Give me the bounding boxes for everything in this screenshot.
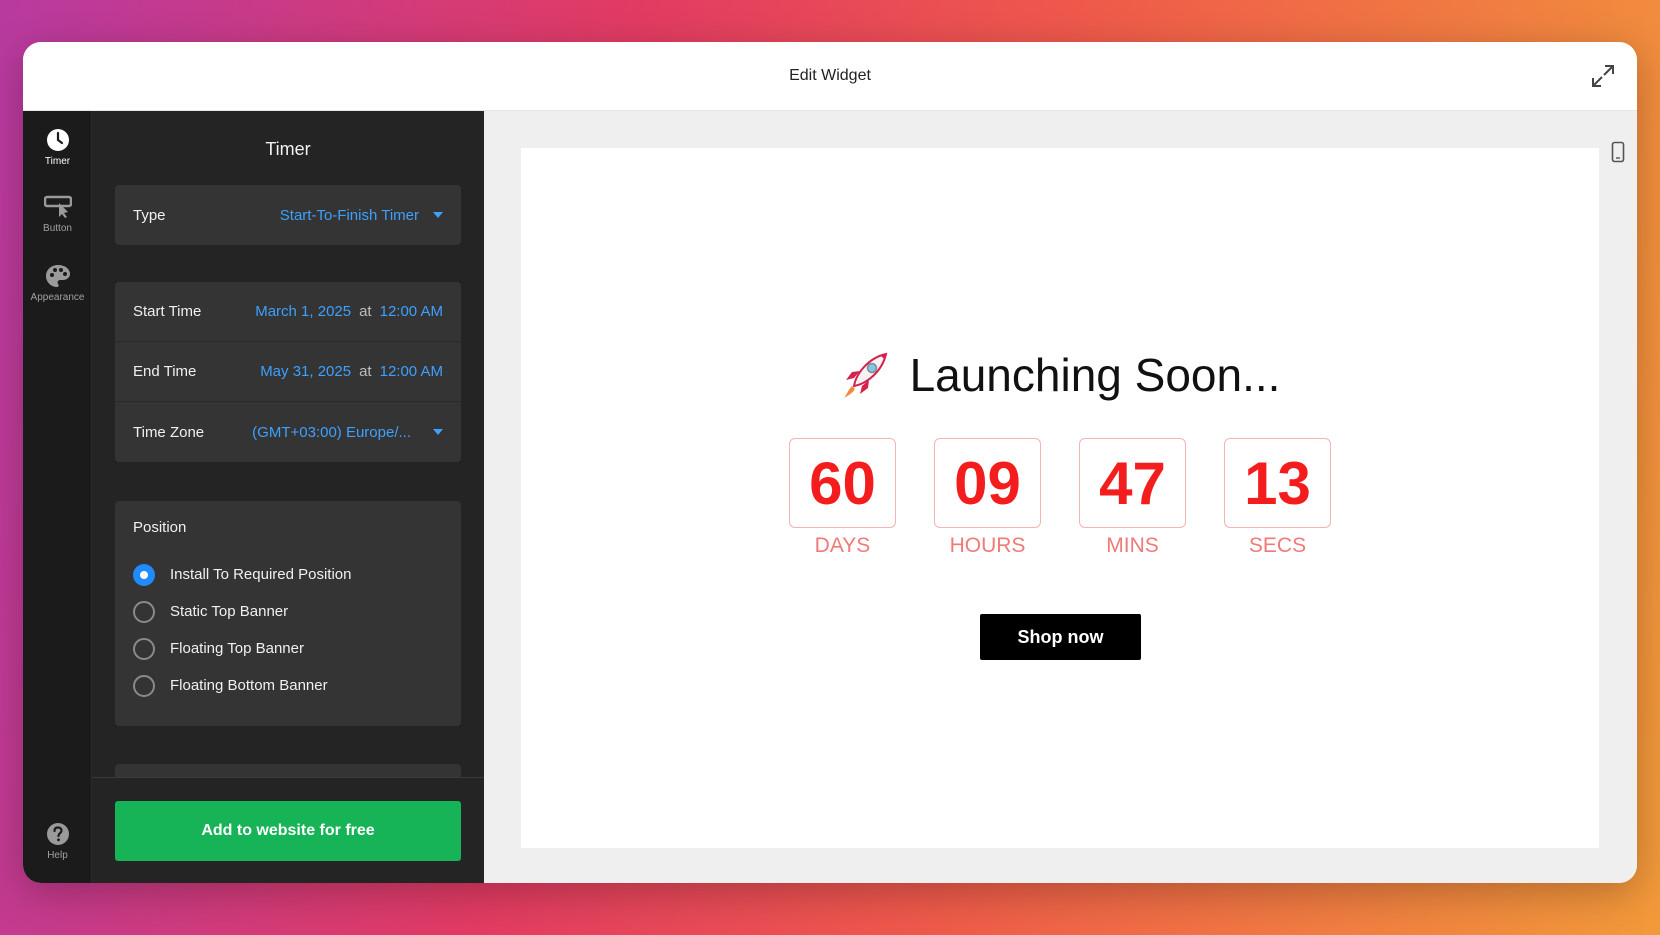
timezone-value: (GMT+03:00) Europe/... (252, 423, 411, 441)
icon-rail: Timer Button Appearance Help (23, 111, 92, 883)
type-label: Type (133, 206, 166, 224)
at-label: at (359, 363, 372, 380)
caret-down-icon (433, 212, 443, 218)
radio-button[interactable] (133, 600, 155, 623)
question-icon (46, 822, 69, 845)
position-option[interactable]: Static Top Banner (133, 593, 443, 630)
radio-button[interactable] (133, 637, 155, 660)
position-option[interactable]: Install To Required Position (133, 556, 443, 593)
schedule-card: Start Time March 1, 2025 at 12:00 AM End… (115, 282, 461, 462)
rail-item-help[interactable]: Help (23, 811, 92, 871)
widget-headline: Launching Soon... (521, 348, 1599, 402)
end-time-label: End Time (133, 363, 197, 380)
expand-button[interactable] (1589, 62, 1617, 90)
settings-panel: Timer Type Start-To-Finish Timer Start T… (92, 111, 484, 883)
add-to-website-button[interactable]: Add to website for free (115, 801, 461, 861)
rail-item-button[interactable]: Button (23, 184, 92, 244)
type-card: Type Start-To-Finish Timer (115, 185, 461, 245)
countdown-hours: 09 HOURS (934, 438, 1041, 558)
position-option-label: Floating Bottom Banner (170, 677, 328, 694)
countdown: 60 DAYS 09 HOURS 47 MINS 13 SECS (521, 438, 1599, 558)
countdown-value: 47 (1079, 438, 1186, 528)
app-window: Edit Widget Timer Button Appearance Help… (23, 42, 1637, 883)
palette-icon (45, 264, 70, 287)
rail-item-label: Appearance (30, 291, 85, 303)
position-option-label: Floating Top Banner (170, 640, 304, 657)
panel-footer: Add to website for free (92, 777, 484, 883)
position-card: Position Install To Required Position St… (115, 501, 461, 726)
end-date[interactable]: May 31, 2025 (260, 363, 351, 380)
mobile-preview-button[interactable] (1611, 141, 1625, 168)
start-time-value: March 1, 2025 at 12:00 AM (255, 303, 443, 320)
position-option-label: Install To Required Position (170, 566, 352, 583)
shop-now-button[interactable]: Shop now (980, 614, 1141, 660)
position-option[interactable]: Floating Top Banner (133, 630, 443, 667)
rail-item-label: Help (47, 849, 68, 861)
rail-item-timer[interactable]: Timer (23, 117, 92, 177)
countdown-value: 13 (1224, 438, 1331, 528)
rail-item-appearance[interactable]: Appearance (23, 253, 92, 313)
end-time-row: End Time May 31, 2025 at 12:00 AM (115, 342, 461, 402)
headline-text: Launching Soon... (909, 349, 1281, 401)
countdown-label: MINS (1106, 534, 1159, 557)
start-time-row: Start Time March 1, 2025 at 12:00 AM (115, 282, 461, 342)
rocket-icon (843, 352, 887, 398)
mobile-device-icon (1611, 141, 1625, 163)
cursor-button-icon (43, 195, 72, 218)
countdown-days: 60 DAYS (789, 438, 896, 558)
title-bar: Edit Widget (23, 42, 1637, 111)
preview-area: Launching Soon... 60 DAYS 09 HOURS 47 MI… (484, 111, 1637, 883)
start-clock[interactable]: 12:00 AM (380, 303, 443, 320)
type-value: Start-To-Finish Timer (279, 206, 419, 224)
caret-down-icon (433, 429, 443, 435)
countdown-label: HOURS (949, 534, 1026, 557)
start-time-label: Start Time (133, 303, 202, 320)
position-option[interactable]: Floating Bottom Banner (133, 667, 443, 704)
type-row: Type Start-To-Finish Timer (115, 185, 461, 245)
end-time-value: May 31, 2025 at 12:00 AM (260, 363, 443, 380)
position-option-label: Static Top Banner (170, 603, 289, 620)
position-heading: Position (133, 519, 187, 536)
radio-button[interactable] (133, 563, 155, 586)
timezone-select[interactable]: (GMT+03:00) Europe/... (252, 424, 443, 441)
type-select[interactable]: Start-To-Finish Timer (280, 207, 443, 224)
at-label: at (359, 303, 372, 320)
countdown-secs: 13 SECS (1224, 438, 1331, 558)
radio-button[interactable] (133, 674, 155, 697)
expand-icon (1592, 65, 1614, 87)
window-title: Edit Widget (789, 67, 871, 84)
countdown-value: 60 (789, 438, 896, 528)
countdown-value: 09 (934, 438, 1041, 528)
end-clock[interactable]: 12:00 AM (380, 363, 443, 380)
countdown-mins: 47 MINS (1079, 438, 1186, 558)
panel-title: Timer (265, 139, 311, 159)
rail-item-label: Timer (44, 155, 71, 167)
timezone-label: Time Zone (133, 423, 205, 441)
countdown-label: DAYS (814, 534, 871, 557)
clock-icon (46, 128, 69, 151)
start-date[interactable]: March 1, 2025 (255, 303, 351, 320)
timezone-row: Time Zone (GMT+03:00) Europe/... (115, 402, 461, 462)
widget-canvas: Launching Soon... 60 DAYS 09 HOURS 47 MI… (521, 148, 1599, 848)
countdown-label: SECS (1248, 534, 1307, 557)
rail-item-label: Button (43, 222, 72, 234)
